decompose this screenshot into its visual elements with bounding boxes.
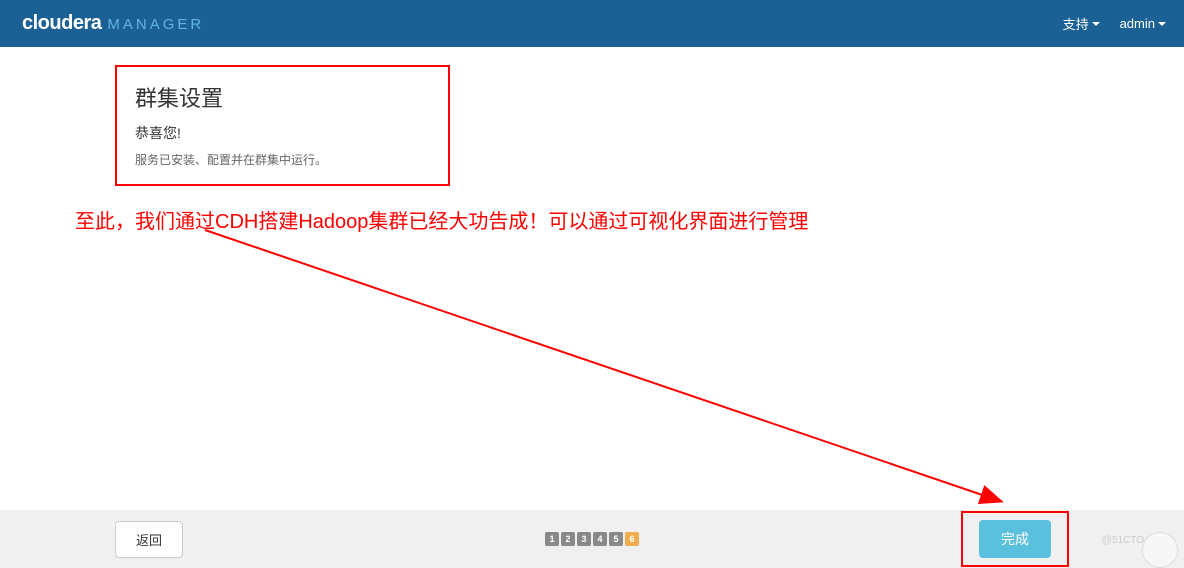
- step-5[interactable]: 5: [609, 532, 623, 546]
- finish-highlight: 完成: [961, 511, 1069, 567]
- setup-title: 群集设置: [135, 81, 430, 113]
- step-4[interactable]: 4: [593, 532, 607, 546]
- step-3[interactable]: 3: [577, 532, 591, 546]
- brand-sub-text: MANAGER: [107, 16, 204, 33]
- brand[interactable]: cloudera MANAGER: [22, 12, 204, 35]
- navbar: cloudera MANAGER 支持 admin: [0, 0, 1184, 47]
- step-6[interactable]: 6: [625, 532, 639, 546]
- step-2[interactable]: 2: [561, 532, 575, 546]
- finish-button[interactable]: 完成: [979, 520, 1051, 558]
- step-indicator: 1 2 3 4 5 6: [545, 532, 639, 546]
- annotation-text: 至此，我们通过CDH搭建Hadoop集群已经大功告成！可以通过可视化界面进行管理: [75, 205, 808, 234]
- user-label: admin: [1120, 16, 1155, 31]
- watermark-text: @51CTO: [1102, 535, 1144, 546]
- navbar-right: 支持 admin: [1063, 14, 1166, 33]
- support-label: 支持: [1063, 14, 1089, 33]
- support-menu[interactable]: 支持: [1063, 14, 1100, 33]
- setup-panel: 群集设置 恭喜您! 服务已安装、配置并在群集中运行。: [115, 65, 450, 186]
- brand-logo-text: cloudera: [22, 12, 101, 35]
- back-button[interactable]: 返回: [115, 521, 183, 558]
- step-1[interactable]: 1: [545, 532, 559, 546]
- annotation-arrow-icon: [200, 225, 1040, 515]
- caret-down-icon: [1092, 22, 1100, 26]
- user-menu[interactable]: admin: [1120, 16, 1166, 31]
- main-content: 群集设置 恭喜您! 服务已安装、配置并在群集中运行。: [0, 47, 1184, 186]
- watermark-avatar-icon: [1142, 532, 1178, 568]
- setup-congrat: 恭喜您!: [135, 123, 430, 143]
- setup-desc: 服务已安装、配置并在群集中运行。: [135, 151, 430, 168]
- footer-bar: 返回 1 2 3 4 5 6 完成: [0, 510, 1184, 568]
- caret-down-icon: [1158, 22, 1166, 26]
